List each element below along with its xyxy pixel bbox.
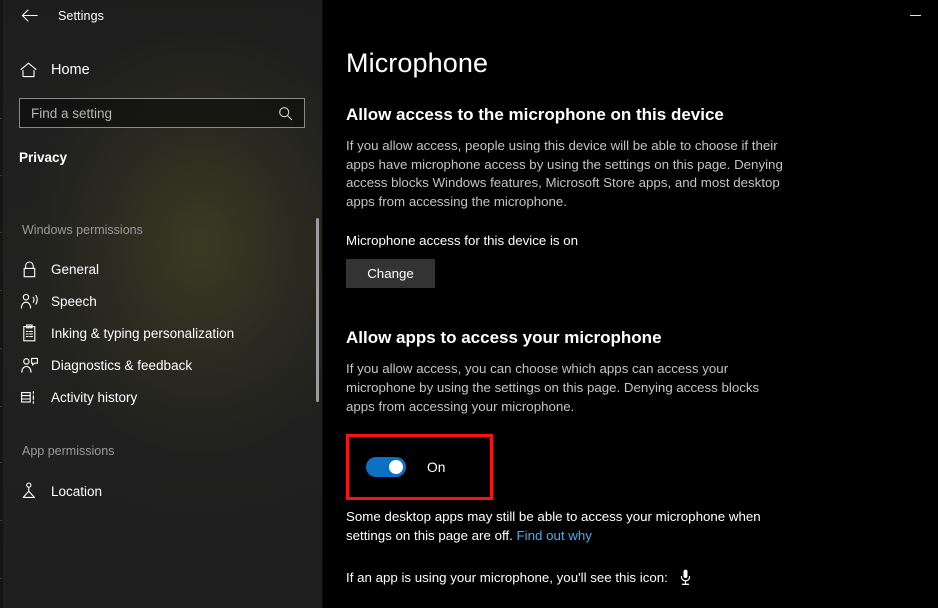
settings-window: Settings Home Privacy Windows permission… <box>0 0 938 608</box>
microphone-access-toggle-label: On <box>427 459 446 475</box>
microphone-icon <box>680 569 691 586</box>
sidebar-page-label: Privacy <box>19 150 68 165</box>
sidebar-item-activity-history[interactable]: Activity history <box>0 381 323 413</box>
sidebar-item-speech[interactable]: Speech <box>0 285 323 317</box>
speech-person-icon <box>19 291 39 311</box>
person-feedback-icon <box>19 355 39 375</box>
desktop-apps-note: Some desktop apps may still be able to a… <box>346 507 788 545</box>
location-pin-icon <box>19 481 39 501</box>
section-heading-device-access: Allow access to the microphone on this d… <box>346 105 724 124</box>
section-description-apps-access: If you allow access, you can choose whic… <box>346 361 760 414</box>
sidebar-item-speech-label: Speech <box>51 293 97 309</box>
sidebar-item-inking-typing-personalization-label: Inking & typing personalization <box>51 325 235 341</box>
home-icon <box>19 61 38 80</box>
search-box[interactable] <box>19 98 305 128</box>
main-content: Microphone Allow access to the microphon… <box>323 0 938 608</box>
sidebar-item-location-label: Location <box>51 483 103 499</box>
minimize-button[interactable] <box>892 0 938 31</box>
sidebar-item-general[interactable]: General <box>0 253 323 285</box>
app-title: Settings <box>58 8 104 23</box>
sidebar-scrollbar-thumb[interactable] <box>316 218 319 402</box>
background-window-edge <box>0 0 3 608</box>
sidebar-item-inking-typing-personalization[interactable]: Inking & typing personalization <box>0 317 323 349</box>
activity-history-icon <box>19 387 39 407</box>
sidebar-item-home-label: Home <box>51 62 90 78</box>
sidebar-group-heading-app-permissions: App permissions <box>22 444 115 458</box>
sidebar-item-activity-history-label: Activity history <box>51 389 138 405</box>
device-access-status: Microphone access for this device is on <box>346 233 579 249</box>
find-out-why-link[interactable]: Find out why <box>517 528 592 543</box>
titlebar: Settings <box>0 0 323 31</box>
sidebar-item-diagnostics-feedback-label: Diagnostics & feedback <box>51 357 193 373</box>
section-heading-apps-access: Allow apps to access your microphone <box>346 328 662 348</box>
search-input[interactable] <box>20 99 272 127</box>
section-description-device-access: If you allow access, people using this d… <box>346 138 783 209</box>
page-title: Microphone <box>346 48 489 78</box>
clipboard-icon <box>19 323 39 343</box>
microphone-access-toggle[interactable] <box>366 457 406 478</box>
sidebar: Settings Home Privacy Windows permission… <box>0 0 323 608</box>
sidebar-group-heading-windows-permissions: Windows permissions <box>22 223 143 237</box>
sidebar-item-diagnostics-feedback[interactable]: Diagnostics & feedback <box>0 349 323 381</box>
sidebar-item-location[interactable]: Location <box>0 475 323 507</box>
minimize-icon <box>909 15 921 16</box>
highlight-box-microphone-toggle: On <box>346 434 493 501</box>
icon-usage-note-text: If an app is using your microphone, you'… <box>346 570 668 586</box>
toggle-knob <box>389 460 403 475</box>
settings-page: Microphone Allow access to the microphon… <box>323 0 938 586</box>
icon-usage-note: If an app is using your microphone, you'… <box>346 569 938 586</box>
sidebar-scrollbar[interactable] <box>315 0 320 608</box>
change-button[interactable]: Change <box>346 259 435 289</box>
search-icon[interactable] <box>272 106 304 121</box>
sidebar-item-home[interactable]: Home <box>0 53 323 87</box>
back-arrow-icon[interactable] <box>16 5 42 27</box>
sidebar-item-general-label: General <box>51 261 100 277</box>
lock-icon <box>19 259 39 279</box>
